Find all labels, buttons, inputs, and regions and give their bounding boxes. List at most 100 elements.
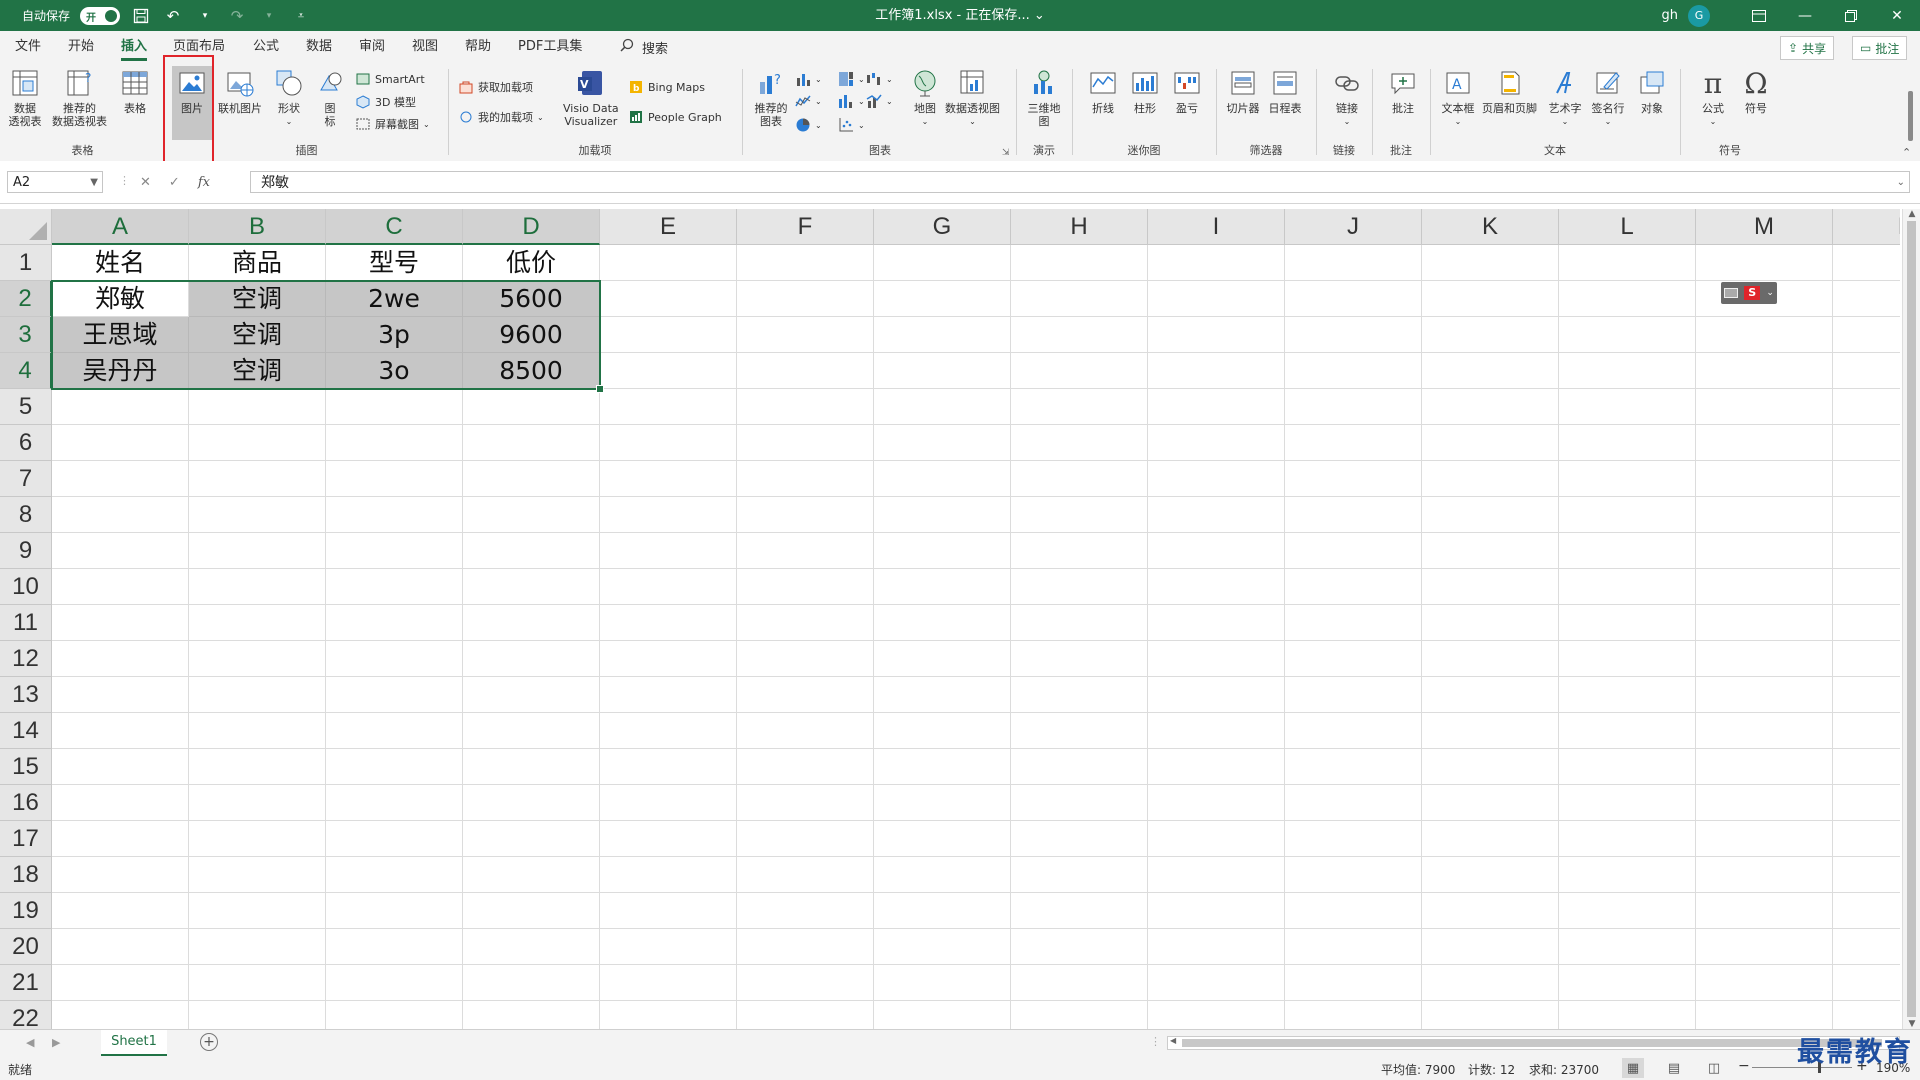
empty-cell[interactable] — [1011, 605, 1148, 641]
formula-bar-splitter-icon[interactable]: ⋮ — [119, 174, 130, 187]
empty-cell[interactable] — [1422, 641, 1559, 677]
empty-cell[interactable] — [189, 497, 326, 533]
customize-toolbar-icon[interactable]: ⩡ — [290, 5, 312, 27]
row-header[interactable]: 21 — [0, 965, 52, 1001]
empty-cell[interactable] — [1696, 533, 1833, 569]
empty-cell[interactable] — [1285, 677, 1422, 713]
empty-cell[interactable] — [1285, 1001, 1422, 1029]
empty-cell[interactable] — [1422, 605, 1559, 641]
empty-cell[interactable] — [874, 281, 1011, 317]
empty-cell[interactable] — [1285, 317, 1422, 353]
empty-cell[interactable] — [1696, 497, 1833, 533]
empty-cell[interactable] — [1148, 281, 1285, 317]
row-header[interactable]: 1 — [0, 245, 52, 281]
column-header[interactable]: D — [463, 209, 600, 245]
empty-cell[interactable] — [189, 533, 326, 569]
empty-cell[interactable] — [737, 641, 874, 677]
empty-cell[interactable] — [463, 893, 600, 929]
empty-cell[interactable] — [1696, 245, 1833, 281]
chevron-down-icon[interactable]: ▼ — [90, 172, 98, 194]
empty-cell[interactable] — [1559, 353, 1696, 389]
share-button[interactable]: ⇪ 共享 — [1780, 36, 1835, 60]
empty-cell[interactable] — [1422, 749, 1559, 785]
empty-cell[interactable] — [1696, 425, 1833, 461]
empty-cell[interactable] — [1148, 389, 1285, 425]
next-sheet-icon[interactable]: ▶ — [52, 1036, 60, 1049]
empty-cell[interactable] — [463, 641, 600, 677]
formula-input[interactable]: 郑敏 ⌄ — [250, 171, 1910, 193]
empty-cell[interactable] — [189, 425, 326, 461]
empty-cell[interactable] — [1559, 389, 1696, 425]
empty-cell[interactable] — [189, 461, 326, 497]
search-box[interactable]: 搜索 — [620, 31, 668, 63]
empty-cell[interactable] — [874, 893, 1011, 929]
empty-cell[interactable] — [326, 1001, 463, 1029]
empty-cell[interactable] — [874, 785, 1011, 821]
empty-cell[interactable] — [600, 1001, 737, 1029]
empty-cell[interactable] — [874, 857, 1011, 893]
empty-cell[interactable] — [52, 821, 189, 857]
empty-cell[interactable] — [463, 965, 600, 1001]
sheet-tab-sheet1[interactable]: Sheet1 — [101, 1030, 167, 1057]
empty-cell[interactable] — [1559, 281, 1696, 317]
empty-cell[interactable] — [326, 605, 463, 641]
expand-formula-icon[interactable]: ⌄ — [1897, 172, 1905, 194]
empty-cell[interactable] — [600, 317, 737, 353]
table-cell[interactable]: 王思域 — [52, 317, 189, 353]
save-icon[interactable] — [130, 5, 152, 27]
empty-cell[interactable] — [1696, 317, 1833, 353]
row-header[interactable]: 13 — [0, 677, 52, 713]
table-cell[interactable]: 2we — [326, 281, 463, 317]
empty-cell[interactable] — [326, 677, 463, 713]
empty-cell[interactable] — [1559, 929, 1696, 965]
empty-cell[interactable] — [874, 245, 1011, 281]
empty-cell[interactable] — [1285, 785, 1422, 821]
prev-sheet-icon[interactable]: ◀ — [26, 1036, 34, 1049]
add-sheet-icon[interactable]: + — [200, 1033, 218, 1051]
ribbon-display-icon[interactable] — [1736, 0, 1782, 31]
empty-cell[interactable] — [52, 641, 189, 677]
empty-cell[interactable] — [52, 425, 189, 461]
empty-cell[interactable] — [874, 353, 1011, 389]
column-header[interactable]: J — [1285, 209, 1422, 245]
empty-cell[interactable] — [52, 605, 189, 641]
redo-icon[interactable]: ↷ — [226, 5, 248, 27]
empty-cell[interactable] — [1422, 353, 1559, 389]
empty-cell[interactable] — [189, 965, 326, 1001]
empty-cell[interactable] — [1696, 605, 1833, 641]
row-header[interactable]: 10 — [0, 569, 52, 605]
column-header[interactable]: M — [1696, 209, 1833, 245]
tab-insert[interactable]: 插入 — [121, 31, 148, 63]
empty-cell[interactable] — [1833, 569, 1900, 605]
empty-cell[interactable] — [326, 641, 463, 677]
table-cell[interactable]: 吴丹丹 — [52, 353, 189, 389]
undo-icon[interactable]: ↶ — [162, 5, 184, 27]
empty-cell[interactable] — [1559, 893, 1696, 929]
vertical-scrollbar[interactable]: ▲ ▼ — [1902, 209, 1920, 1029]
empty-cell[interactable] — [1833, 497, 1900, 533]
empty-cell[interactable] — [326, 497, 463, 533]
empty-cell[interactable] — [1833, 713, 1900, 749]
empty-cell[interactable] — [600, 497, 737, 533]
empty-cell[interactable] — [1833, 425, 1900, 461]
empty-cell[interactable] — [326, 857, 463, 893]
empty-cell[interactable] — [600, 677, 737, 713]
empty-cell[interactable] — [1422, 281, 1559, 317]
empty-cell[interactable] — [326, 533, 463, 569]
empty-cell[interactable] — [1285, 893, 1422, 929]
empty-cell[interactable] — [326, 425, 463, 461]
empty-cell[interactable] — [52, 569, 189, 605]
row-header[interactable]: 18 — [0, 857, 52, 893]
empty-cell[interactable] — [1285, 281, 1422, 317]
empty-cell[interactable] — [737, 569, 874, 605]
empty-cell[interactable] — [1422, 317, 1559, 353]
empty-cell[interactable] — [463, 677, 600, 713]
column-header[interactable]: A — [52, 209, 189, 245]
empty-cell[interactable] — [1148, 713, 1285, 749]
row-header[interactable]: 14 — [0, 713, 52, 749]
empty-cell[interactable] — [189, 605, 326, 641]
tab-formulas[interactable]: 公式 — [253, 31, 279, 63]
empty-cell[interactable] — [463, 425, 600, 461]
empty-cell[interactable] — [600, 749, 737, 785]
empty-cell[interactable] — [52, 965, 189, 1001]
